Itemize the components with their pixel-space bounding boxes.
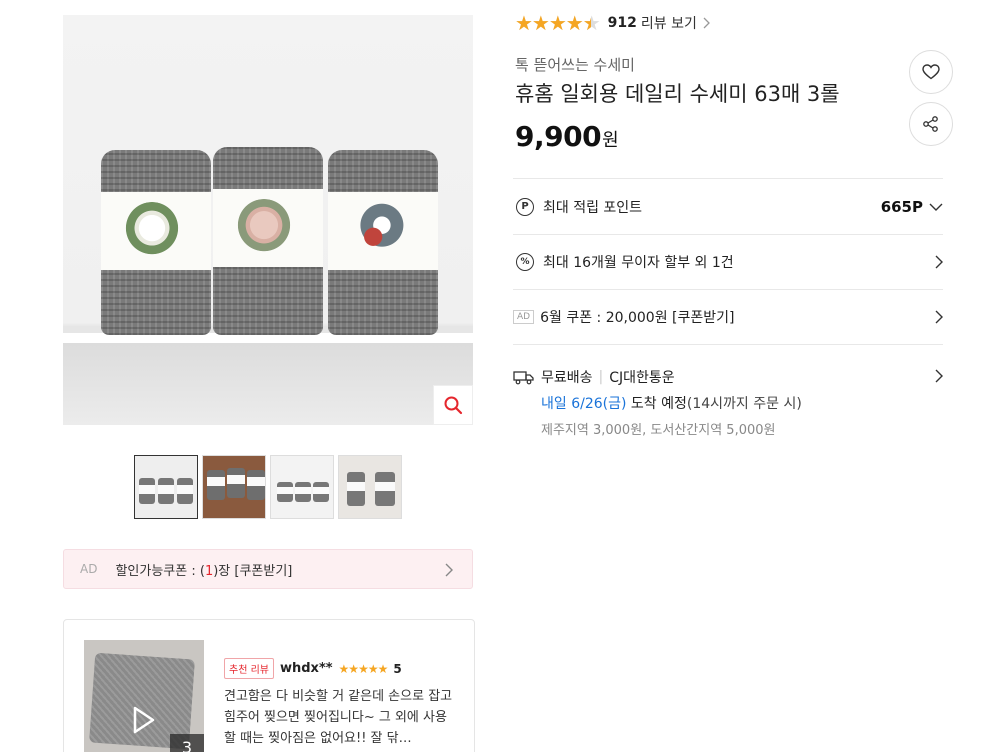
installment-label: 최대 16개월 무이자 할부 외 1건 xyxy=(543,255,734,271)
truck-icon xyxy=(513,371,534,385)
coupon-count: 1 xyxy=(204,563,214,579)
review-card[interactable]: 3 추천 리뷰 whdx** ★★★★★ 5 견고함은 다 비슷할 거 같은데 … xyxy=(63,619,475,752)
points-row[interactable]: P 최대 적립 포인트 665P xyxy=(513,178,943,234)
installment-right xyxy=(935,255,943,269)
review-stars: ★★★★★ xyxy=(338,661,389,676)
product-price: 9,900 원 xyxy=(515,120,619,153)
coupon-label: 6월 쿠폰 : 20,000원 [쿠폰받기] xyxy=(540,310,735,326)
media-count: 3 xyxy=(170,734,204,752)
percent-icon: % xyxy=(515,252,535,272)
chevron-right-icon xyxy=(703,17,710,29)
coupon-ad-tag: AD xyxy=(513,310,535,324)
coupon-banner[interactable]: AD 할인가능쿠폰 : (1)장 [쿠폰받기] xyxy=(63,549,473,589)
point-icon-glyph: P xyxy=(516,197,534,216)
regional-fees: 제주지역 3,000원, 도서산간지역 5,000원 xyxy=(541,423,776,438)
review-media-thumbnail[interactable]: 3 xyxy=(84,640,204,752)
share-button[interactable] xyxy=(909,102,953,146)
review-header: 추천 리뷰 whdx** ★★★★★ 5 xyxy=(224,658,402,679)
shipping-line: 무료배송 | CJ대한통운 xyxy=(513,367,943,387)
heart-icon xyxy=(922,64,940,80)
coupon-text-suffix: )장 [쿠폰받기] xyxy=(213,563,293,579)
shipping-fee: 무료배송 xyxy=(541,370,593,386)
reviewer-name: whdx** xyxy=(279,661,333,676)
order-cutoff: (14시까지 주문 시) xyxy=(686,396,802,412)
play-icon xyxy=(133,706,155,734)
thumbnail-3[interactable] xyxy=(270,455,334,519)
review-score: 5 xyxy=(393,661,402,676)
arrival-estimate: 내일 6/26(금) 도착 예정(14시까지 주문 시) xyxy=(541,393,943,413)
product-title: 휴홈 일회용 데일리 수세미 63매 3롤 xyxy=(515,82,840,106)
chevron-right-icon xyxy=(935,310,943,324)
points-value: 665P xyxy=(880,197,923,216)
coupon-row[interactable]: AD 6월 쿠폰 : 20,000원 [쿠폰받기] xyxy=(513,289,943,344)
recommended-badge: 추천 리뷰 xyxy=(224,658,274,679)
coupon-text: 할인가능쿠폰 : (1)장 [쿠폰받기] xyxy=(115,560,292,579)
arrival-date: 내일 6/26(금) xyxy=(541,396,627,412)
point-icon: P xyxy=(515,197,535,217)
installment-row[interactable]: % 최대 16개월 무이자 할부 외 1건 xyxy=(513,234,943,289)
shelf-shadow xyxy=(63,343,473,425)
main-product-image xyxy=(63,15,473,425)
share-icon xyxy=(923,116,938,132)
shipping-info[interactable]: 무료배송 | CJ대한통운 내일 6/26(금) 도착 예정(14시까지 주문 … xyxy=(513,344,943,438)
rating-stars: ★★★★★ ★★★★★ xyxy=(515,12,601,34)
coupon-right xyxy=(935,310,943,324)
chevron-right-icon xyxy=(445,563,453,577)
points-right: 665P xyxy=(881,198,943,216)
scrubber-roll-rose xyxy=(213,147,323,335)
coupon-text-prefix: 할인가능쿠폰 : ( xyxy=(115,563,205,579)
zoom-button[interactable] xyxy=(433,385,473,425)
divider: | xyxy=(598,369,604,385)
ad-label: AD xyxy=(80,562,98,576)
thumbnail-4[interactable] xyxy=(338,455,402,519)
thumbnail-strip xyxy=(134,455,402,519)
review-link[interactable]: 리뷰 보기 xyxy=(641,13,697,33)
chevron-right-icon xyxy=(935,255,943,269)
magnifier-icon xyxy=(444,396,463,415)
chevron-right-icon xyxy=(935,369,943,383)
scrubber-roll-camellia xyxy=(101,150,211,335)
wishlist-button[interactable] xyxy=(909,50,953,94)
carrier-name: CJ대한통운 xyxy=(609,370,675,386)
scrubber-roll-strawberry xyxy=(328,150,438,335)
brand-name[interactable]: 톡 뜯어쓰는 수세미 xyxy=(515,54,635,75)
chevron-down-icon xyxy=(929,203,943,211)
rating-stars-fill: ★★★★★ xyxy=(515,12,591,34)
review-count: 912 xyxy=(607,15,637,31)
arrival-text: 도착 예정 xyxy=(626,396,687,412)
price-value: 9,900 xyxy=(515,120,602,153)
review-text: 견고함은 다 비슷할 거 같은데 손으로 잡고 힘주어 찢으면 찢어집니다~ 그… xyxy=(224,689,453,746)
points-label: 최대 적립 포인트 xyxy=(543,199,643,216)
thumbnail-1[interactable] xyxy=(134,455,198,519)
price-unit: 원 xyxy=(602,130,619,151)
rating-summary[interactable]: ★★★★★ ★★★★★ 912 리뷰 보기 xyxy=(515,12,711,34)
thumbnail-2[interactable] xyxy=(202,455,266,519)
percent-icon-glyph: % xyxy=(516,253,534,271)
